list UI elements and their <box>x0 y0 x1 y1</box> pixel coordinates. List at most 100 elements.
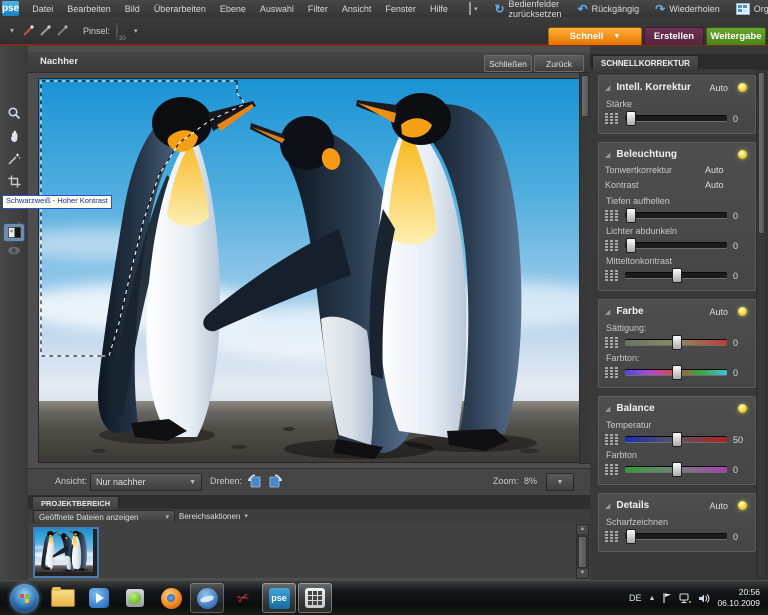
preview-grid-icon[interactable] <box>605 464 619 476</box>
slider-thumb[interactable] <box>672 335 682 350</box>
open-file-thumbnail[interactable] <box>33 527 99 578</box>
collapse-icon[interactable]: ◢ <box>605 405 610 413</box>
snipping-tool-taskbar-button[interactable]: ✂ <box>226 583 260 613</box>
menu-filter[interactable]: Filter <box>301 4 335 14</box>
collapse-icon[interactable]: ◢ <box>605 502 610 510</box>
menu-bild[interactable]: Bild <box>118 4 147 14</box>
menu-datei[interactable]: Datei <box>25 4 60 14</box>
collapse-icon[interactable]: ◢ <box>605 308 610 316</box>
action-center-flag-icon[interactable] <box>662 592 672 604</box>
close-view-button[interactable]: Schließen <box>484 55 532 72</box>
scroll-down-icon[interactable]: ▼ <box>577 569 588 578</box>
firefox-taskbar-button[interactable] <box>154 583 188 613</box>
open-files-dropdown[interactable]: Geöffnete Dateien anzeigen ▾ <box>33 510 175 524</box>
auto-button[interactable]: Auto <box>709 307 728 317</box>
network-icon[interactable] <box>679 593 691 604</box>
project-bin-tab[interactable]: PROJEKTBEREICH <box>32 496 119 510</box>
lichter-abdunkeln-slider[interactable] <box>625 242 727 249</box>
add-selection-brush-icon[interactable] <box>39 24 52 37</box>
panel-scrollbar[interactable] <box>756 69 767 579</box>
temperatur-slider[interactable] <box>625 436 727 443</box>
preview-grid-icon[interactable] <box>605 113 619 125</box>
auto-button[interactable]: Auto <box>705 165 749 175</box>
reset-panels-button[interactable]: ↻ Bedienfelder zurücksetzen <box>488 1 567 16</box>
app-taskbar-button[interactable] <box>118 583 152 613</box>
back-button[interactable]: Zurück <box>534 55 584 72</box>
lightbulb-icon[interactable] <box>738 404 747 413</box>
tray-expand-icon[interactable]: ▲ <box>649 595 656 602</box>
tab-schnell[interactable]: Schnell ▼ <box>548 27 642 45</box>
pse-taskbar-button[interactable]: pse <box>262 583 296 613</box>
menu-ebene[interactable]: Ebene <box>213 4 253 14</box>
tab-weitergabe[interactable]: Weitergabe <box>706 27 766 45</box>
scrollbar-thumb[interactable] <box>578 536 587 568</box>
menu-bearbeiten[interactable]: Bearbeiten <box>60 4 118 14</box>
bin-scrollbar[interactable]: ▲ ▼ <box>576 524 589 579</box>
new-selection-brush-icon[interactable] <box>22 24 35 37</box>
preview-grid-icon[interactable] <box>605 367 619 379</box>
slider-thumb[interactable] <box>672 462 682 477</box>
auto-button[interactable]: Auto <box>709 83 728 93</box>
chevron-down-icon[interactable]: ▾ <box>474 5 478 13</box>
organizer-button[interactable]: Organizer <box>730 1 768 16</box>
collapse-icon[interactable]: ◢ <box>605 84 610 92</box>
blue-sky-tool[interactable] <box>4 242 24 259</box>
chevron-down-icon[interactable]: ▾ <box>10 26 14 35</box>
preview-grid-icon[interactable] <box>605 270 619 282</box>
scharfzeichnen-slider[interactable] <box>625 533 727 540</box>
auto-button[interactable]: Auto <box>705 180 749 190</box>
preview-grid-icon[interactable] <box>605 531 619 543</box>
slider-thumb[interactable] <box>626 238 636 253</box>
scrollbar-thumb[interactable] <box>581 75 589 117</box>
lightbulb-icon[interactable] <box>738 150 747 159</box>
thunderbird-taskbar-button[interactable] <box>190 583 224 613</box>
tab-erstellen[interactable]: Erstellen <box>644 27 704 45</box>
preview-grid-icon[interactable] <box>605 337 619 349</box>
rotate-right-button[interactable] <box>266 473 283 489</box>
tiefen-aufhellen-slider[interactable] <box>625 212 727 219</box>
rotate-left-button[interactable] <box>246 473 263 489</box>
language-indicator[interactable]: DE <box>629 593 642 603</box>
preview-grid-icon[interactable] <box>605 434 619 446</box>
auto-button[interactable]: Auto <box>709 501 728 511</box>
slider-thumb[interactable] <box>626 529 636 544</box>
lightbulb-icon[interactable] <box>738 501 747 510</box>
scroll-up-icon[interactable]: ▲ <box>577 525 588 534</box>
redo-button[interactable]: ↷ Wiederholen <box>649 1 726 16</box>
slider-thumb[interactable] <box>626 208 636 223</box>
schnellkorrektur-tab[interactable]: SCHNELLKORREKTUR <box>592 55 699 70</box>
black-white-contrast-tool[interactable] <box>4 224 24 241</box>
taskbar-clock[interactable]: 20:56 06.10.2009 <box>717 587 760 609</box>
media-player-taskbar-button[interactable] <box>82 583 116 613</box>
quick-selection-tool[interactable] <box>4 150 24 167</box>
crop-tool[interactable] <box>4 173 24 190</box>
hand-tool[interactable] <box>4 127 24 144</box>
slider-thumb[interactable] <box>626 111 636 126</box>
staerke-slider[interactable] <box>625 115 727 122</box>
mitteltonkontrast-slider[interactable] <box>625 272 727 279</box>
bin-actions-dropdown[interactable]: Bereichsaktionen ▾ <box>174 510 253 522</box>
menu-ansicht[interactable]: Ansicht <box>335 4 379 14</box>
menu-ueberarbeiten[interactable]: Überarbeiten <box>147 4 213 14</box>
view-select[interactable]: Nur nachher ▼ <box>90 473 202 491</box>
scrollbar-thumb[interactable] <box>758 72 765 234</box>
menu-hilfe[interactable]: Hilfe <box>423 4 455 14</box>
organizer-taskbar-button[interactable] <box>298 583 332 613</box>
saettigung-slider[interactable] <box>625 339 727 346</box>
menu-fenster[interactable]: Fenster <box>378 4 423 14</box>
chevron-down-icon[interactable]: ▾ <box>134 27 138 35</box>
image-canvas[interactable] <box>38 78 580 463</box>
lightbulb-icon[interactable] <box>738 307 747 316</box>
slider-thumb[interactable] <box>672 365 682 380</box>
preview-grid-icon[interactable] <box>605 210 619 222</box>
collapse-icon[interactable]: ◢ <box>605 151 610 159</box>
lightbulb-icon[interactable] <box>738 83 747 92</box>
preview-grid-icon[interactable] <box>605 240 619 252</box>
slider-thumb[interactable] <box>672 432 682 447</box>
explorer-taskbar-button[interactable] <box>46 583 80 613</box>
zoom-select[interactable]: ▼ <box>546 473 574 491</box>
start-button[interactable] <box>10 584 39 613</box>
balance-farbton-slider[interactable] <box>625 466 727 473</box>
undo-button[interactable]: ↶ Rückgängig <box>572 1 646 16</box>
farbton-slider[interactable] <box>625 369 727 376</box>
